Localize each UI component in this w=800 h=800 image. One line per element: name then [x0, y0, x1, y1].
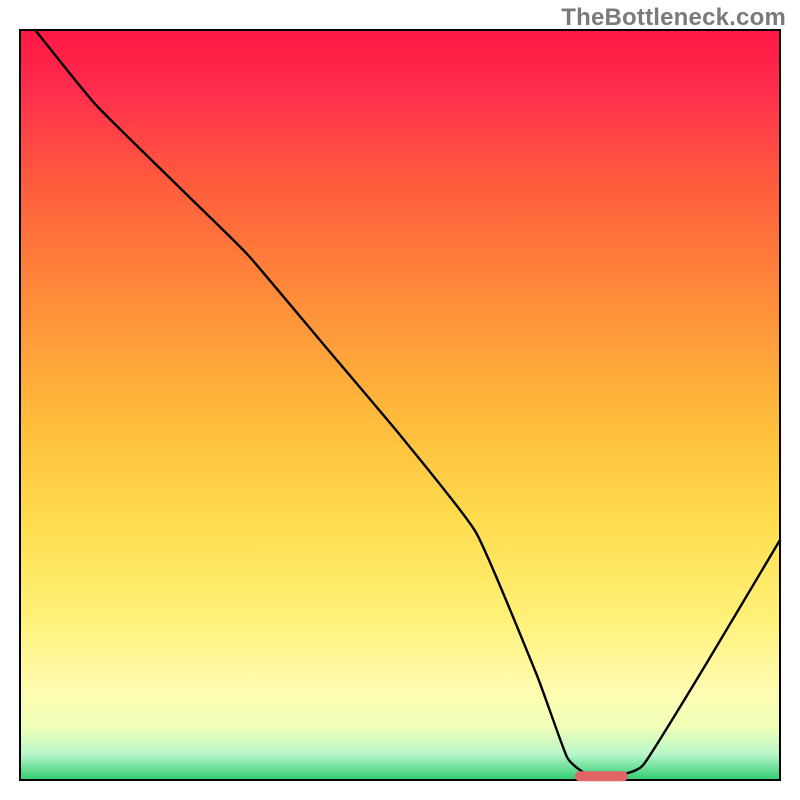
bottleneck-chart: TheBottleneck.com [0, 0, 800, 800]
chart-svg [0, 0, 800, 800]
optimal-range-marker [575, 771, 628, 781]
watermark-text: TheBottleneck.com [561, 4, 786, 32]
